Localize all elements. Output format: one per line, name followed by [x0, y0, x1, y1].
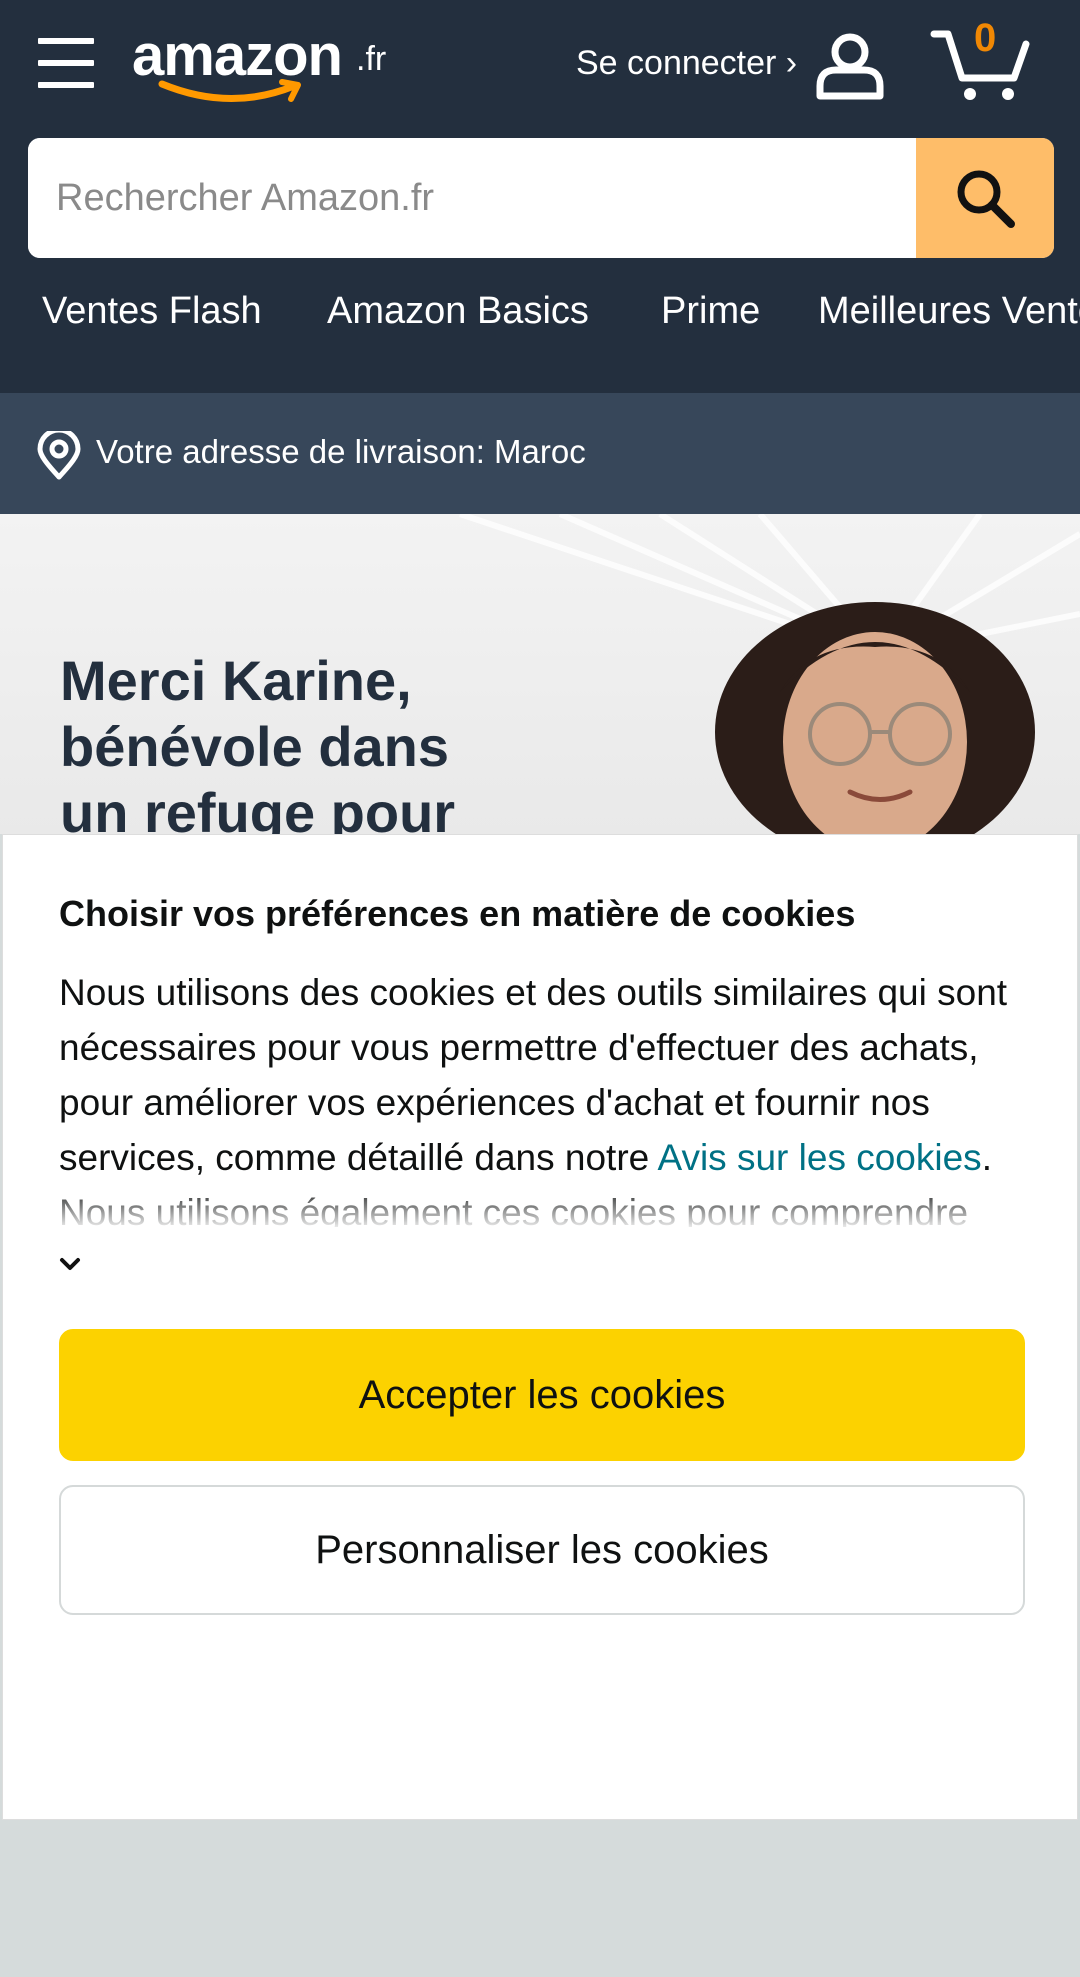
search-bar	[28, 138, 1054, 258]
accept-cookies-button[interactable]: Accepter les cookies	[59, 1329, 1025, 1461]
hero-banner[interactable]: Merci Karine, bénévole dans un refuge po…	[0, 514, 1080, 834]
amazon-logo[interactable]: amazon .fr	[132, 22, 402, 112]
cookie-title: Choisir vos préférences en matière de co…	[59, 893, 856, 934]
menu-icon[interactable]	[38, 36, 94, 90]
logo-domain: .fr	[356, 40, 387, 78]
signin-link[interactable]: Se connecter ›	[576, 44, 797, 83]
location-pin-icon	[37, 431, 81, 480]
top-header: amazon .fr Se connecter › 0 Ventes Flash…	[0, 0, 1080, 393]
cart-button[interactable]: 0	[930, 16, 1030, 108]
cart-count-badge: 0	[974, 16, 997, 60]
delivery-address-text: Votre adresse de livraison: Maroc	[96, 433, 586, 470]
delivery-address-bar[interactable]: Votre adresse de livraison: Maroc	[0, 393, 1080, 514]
nav-item-amazon-basics[interactable]: Amazon Basics	[327, 290, 589, 333]
search-input[interactable]	[28, 138, 916, 258]
hero-title: Merci Karine, bénévole dans un refuge po…	[60, 649, 456, 834]
nav-strip: Ventes Flash Amazon Basics Prime Meilleu…	[0, 290, 1080, 354]
cookie-notice-link[interactable]: Avis sur les cookies	[657, 1137, 981, 1178]
logo-smile-icon	[158, 79, 301, 102]
hero-portrait-image	[715, 602, 1035, 834]
nav-item-ventes-flash[interactable]: Ventes Flash	[42, 290, 262, 333]
user-icon[interactable]	[814, 30, 886, 102]
cookie-text-fade	[59, 1185, 1039, 1229]
nav-item-meilleures-ventes[interactable]: Meilleures Ventes	[818, 290, 1080, 333]
customize-cookies-button[interactable]: Personnaliser les cookies	[59, 1485, 1025, 1615]
chevron-down-icon[interactable]	[59, 1257, 81, 1271]
search-button[interactable]	[916, 138, 1054, 258]
nav-item-prime[interactable]: Prime	[661, 290, 760, 333]
cookie-consent-panel: Choisir vos préférences en matière de co…	[2, 834, 1078, 1820]
search-icon	[957, 170, 1015, 228]
